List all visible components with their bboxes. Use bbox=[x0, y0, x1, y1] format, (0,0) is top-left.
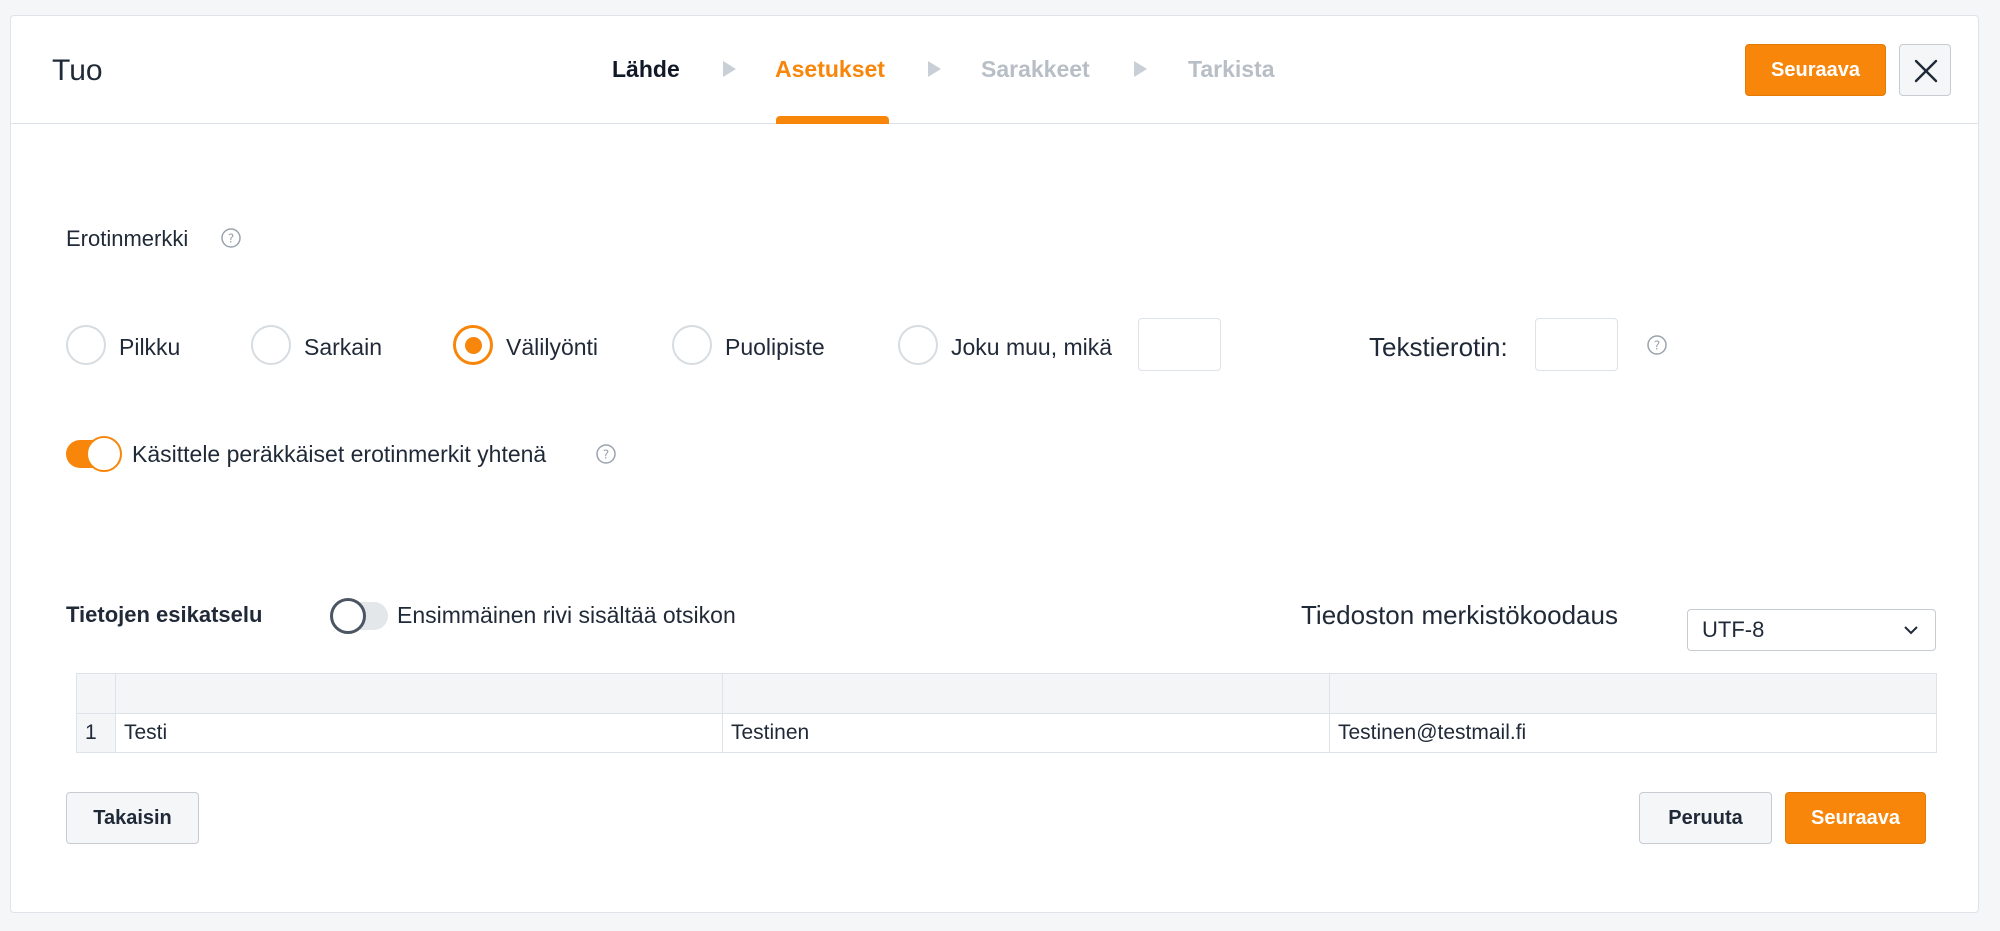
dialog-header: Tuo Lähde Asetukset Sarakkeet Tarkista S… bbox=[11, 16, 1978, 124]
encoding-value: UTF-8 bbox=[1702, 617, 1765, 642]
table-header-row bbox=[76, 673, 1937, 714]
step-arrow-icon bbox=[1134, 61, 1147, 77]
radio-semicolon-label[interactable]: Puolipiste bbox=[725, 334, 825, 361]
other-delimiter-input[interactable] bbox=[1138, 318, 1221, 371]
help-icon[interactable]: ? bbox=[220, 227, 242, 249]
header-row-toggle[interactable] bbox=[330, 598, 388, 634]
help-icon[interactable]: ? bbox=[1646, 334, 1668, 356]
import-dialog: Tuo Lähde Asetukset Sarakkeet Tarkista S… bbox=[10, 15, 1979, 913]
delimiter-label: Erotinmerkki bbox=[66, 226, 189, 251]
step-review[interactable]: Tarkista bbox=[1188, 56, 1275, 83]
header-row-label: Ensimmäinen rivi sisältää otsikon bbox=[397, 602, 736, 628]
preview-table: 1 Testi Testinen Testinen@testmail.fi bbox=[76, 673, 1937, 753]
text-qualifier-label: Tekstierotin: bbox=[1369, 332, 1508, 362]
table-row: 1 Testi Testinen Testinen@testmail.fi bbox=[76, 713, 1937, 753]
svg-text:?: ? bbox=[1654, 339, 1660, 353]
table-cell: Testinen@testmail.fi bbox=[1329, 713, 1937, 753]
toggle-knob bbox=[330, 598, 366, 634]
preview-title: Tietojen esikatselu bbox=[66, 602, 263, 627]
table-cell: Testi bbox=[115, 713, 723, 753]
radio-comma[interactable] bbox=[66, 325, 106, 365]
cancel-button[interactable]: Peruuta bbox=[1639, 792, 1772, 844]
close-icon bbox=[1914, 59, 1938, 83]
radio-tab-label[interactable]: Sarkain bbox=[304, 334, 382, 361]
radio-space[interactable] bbox=[453, 325, 493, 365]
radio-semicolon[interactable] bbox=[672, 325, 712, 365]
row-number: 1 bbox=[76, 713, 116, 753]
encoding-select[interactable]: UTF-8 bbox=[1687, 609, 1936, 651]
text-qualifier-input[interactable] bbox=[1535, 318, 1618, 371]
radio-space-label[interactable]: Välilyönti bbox=[506, 334, 598, 361]
consecutive-delimiters-label: Käsittele peräkkäiset erotinmerkit yhten… bbox=[132, 441, 547, 467]
encoding-label: Tiedoston merkistökoodaus bbox=[1301, 600, 1618, 630]
active-step-indicator bbox=[776, 116, 889, 124]
toggle-knob bbox=[86, 436, 122, 472]
radio-tab[interactable] bbox=[251, 325, 291, 365]
help-icon[interactable]: ? bbox=[595, 443, 617, 465]
close-button[interactable] bbox=[1899, 44, 1951, 96]
svg-text:?: ? bbox=[603, 448, 609, 462]
stepper: Lähde Asetukset Sarakkeet Tarkista bbox=[11, 16, 1978, 124]
radio-other[interactable] bbox=[898, 325, 938, 365]
radio-other-label[interactable]: Joku muu, mikä bbox=[951, 334, 1112, 361]
consecutive-delimiters-toggle[interactable] bbox=[66, 436, 122, 472]
back-button[interactable]: Takaisin bbox=[66, 792, 199, 844]
step-arrow-icon bbox=[723, 61, 736, 77]
column-header bbox=[1329, 673, 1937, 714]
step-settings[interactable]: Asetukset bbox=[775, 56, 885, 83]
table-cell: Testinen bbox=[722, 713, 1330, 753]
row-number-header bbox=[76, 673, 116, 714]
column-header bbox=[115, 673, 723, 714]
column-header bbox=[722, 673, 1330, 714]
radio-comma-label[interactable]: Pilkku bbox=[119, 334, 180, 361]
step-source[interactable]: Lähde bbox=[612, 56, 680, 83]
step-arrow-icon bbox=[928, 61, 941, 77]
footer-next-button[interactable]: Seuraava bbox=[1785, 792, 1926, 844]
step-columns[interactable]: Sarakkeet bbox=[981, 56, 1090, 83]
header-next-button[interactable]: Seuraava bbox=[1745, 44, 1886, 96]
svg-text:?: ? bbox=[228, 232, 234, 246]
chevron-down-icon bbox=[1904, 626, 1918, 635]
